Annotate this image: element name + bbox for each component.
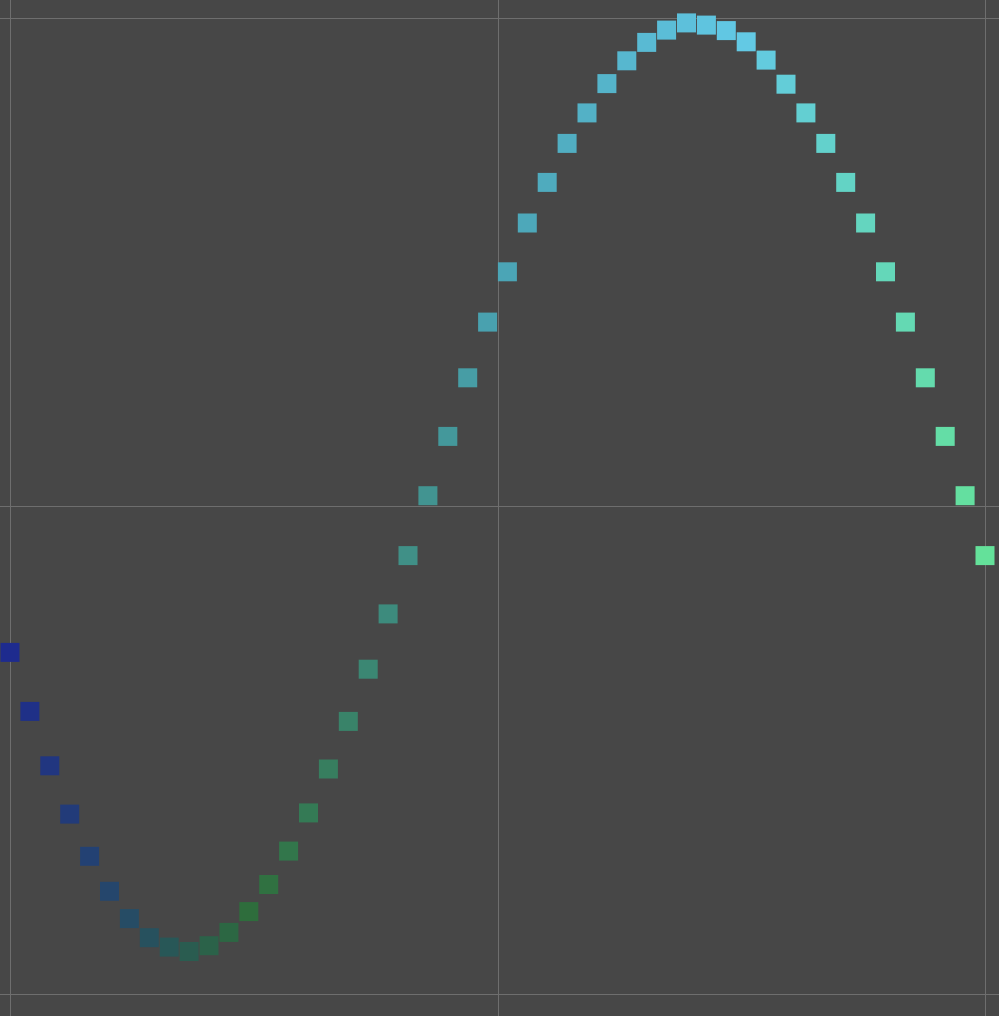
data-point <box>80 846 100 866</box>
data-point <box>696 15 716 35</box>
plot-background <box>0 0 999 1016</box>
data-point <box>796 103 816 123</box>
data-point <box>398 546 418 566</box>
data-point <box>517 213 537 233</box>
data-point <box>915 368 935 388</box>
scatter-plot <box>0 0 999 1016</box>
data-point <box>139 928 159 948</box>
data-point <box>338 711 358 731</box>
data-point <box>219 922 239 942</box>
data-point <box>856 213 876 233</box>
data-point <box>975 546 995 566</box>
data-point <box>895 312 915 332</box>
data-point <box>557 133 577 153</box>
data-point <box>100 881 119 901</box>
data-point <box>378 604 398 624</box>
data-point <box>159 937 179 957</box>
data-point <box>537 172 557 192</box>
data-point <box>756 50 776 70</box>
data-point <box>935 426 955 446</box>
data-point <box>458 368 478 388</box>
data-point <box>816 133 836 153</box>
data-point <box>617 51 637 71</box>
data-point <box>179 942 199 961</box>
data-point <box>358 659 378 679</box>
data-point <box>876 262 895 282</box>
data-point <box>418 486 438 506</box>
data-point <box>736 32 756 52</box>
data-point <box>497 262 517 282</box>
data-point <box>279 841 299 861</box>
data-point <box>716 21 736 41</box>
data-point <box>776 74 796 94</box>
data-point <box>677 13 696 33</box>
data-point <box>259 875 279 894</box>
data-point <box>597 74 617 94</box>
data-point <box>836 172 856 192</box>
data-point <box>40 756 60 776</box>
data-point <box>577 103 597 123</box>
data-point <box>438 426 458 446</box>
data-point <box>299 803 318 823</box>
data-point <box>0 642 20 662</box>
data-point <box>119 909 139 929</box>
data-point <box>199 936 219 956</box>
data-point <box>60 804 80 824</box>
data-point <box>955 486 975 506</box>
data-point <box>20 701 40 721</box>
data-point <box>637 32 657 52</box>
data-point <box>657 20 677 40</box>
data-point <box>239 902 259 922</box>
data-point <box>318 759 338 779</box>
data-point <box>478 312 498 332</box>
